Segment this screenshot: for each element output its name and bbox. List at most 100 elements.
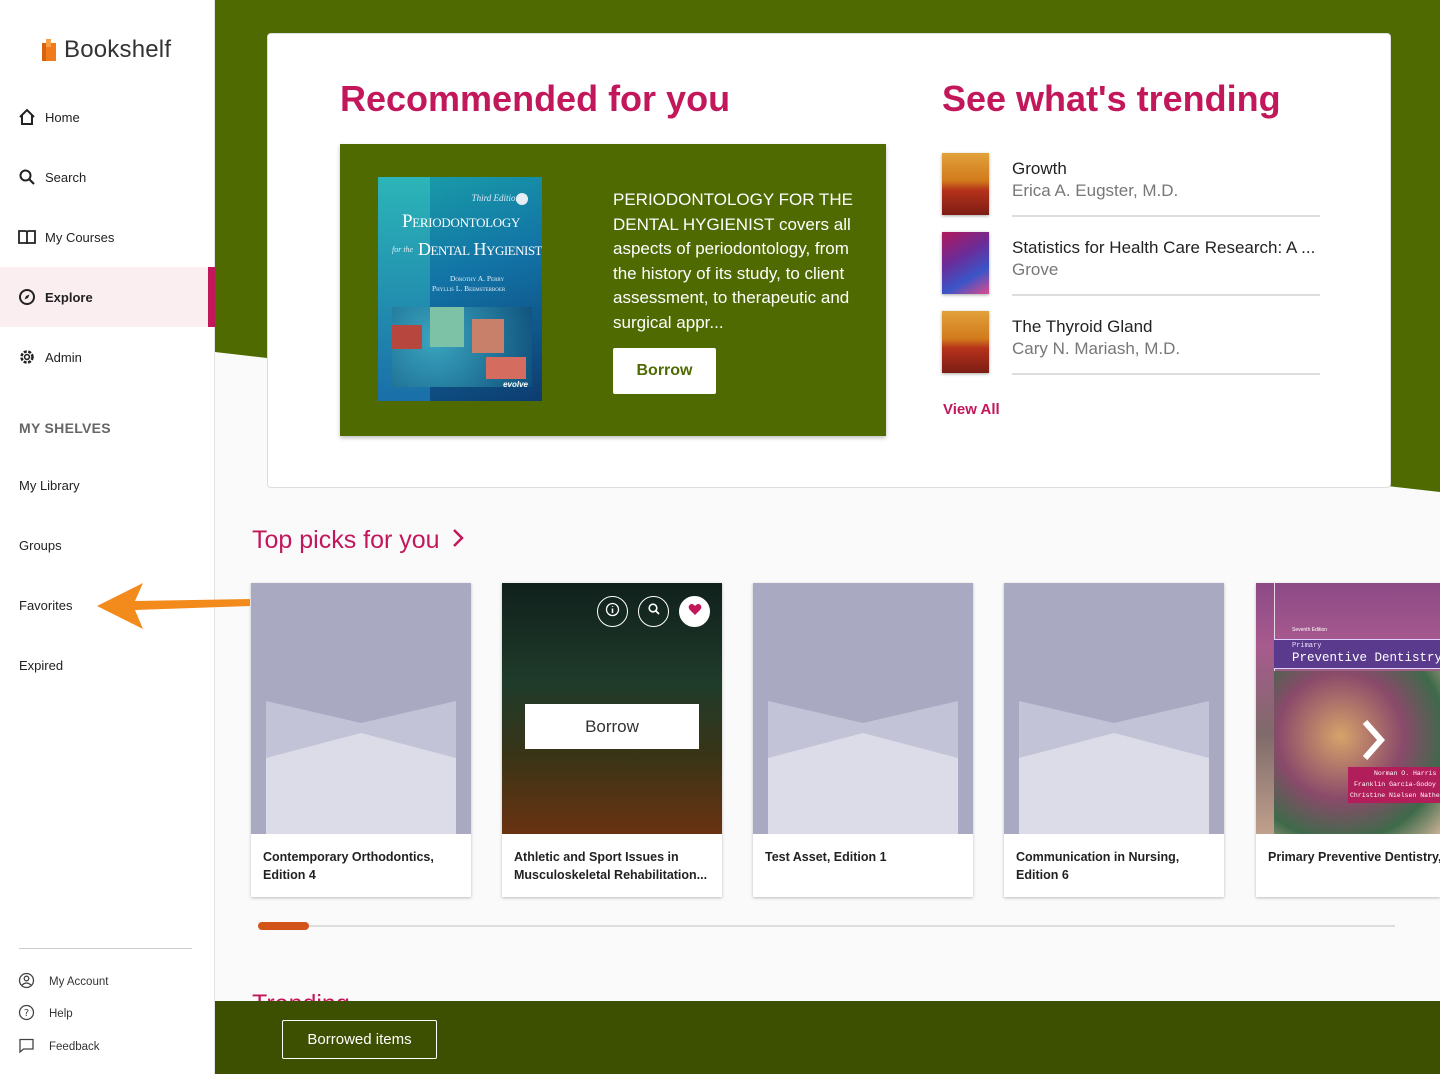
cover-author-1: Dorothy A. Perry: [450, 274, 505, 283]
cover-author-3: Christine Nielsen Nathe: [1350, 792, 1440, 799]
trending-item[interactable]: Growth Erica A. Eugster, M.D.: [942, 153, 1322, 217]
shelf-favorites[interactable]: Favorites: [19, 598, 72, 613]
view-all-link[interactable]: View All: [943, 401, 1000, 418]
cover-author-2: Phyllis L. Beemsterboer: [432, 284, 506, 293]
cover-title-1: Periodontology: [402, 211, 521, 232]
cover-title-for: for the: [392, 245, 414, 254]
cover-publisher: evolve: [503, 380, 528, 389]
cover-photo-collage: [392, 307, 532, 387]
cover-title: Preventive Dentistry: [1292, 651, 1440, 665]
annotation-arrow-icon: [97, 583, 250, 629]
featured-book-description: PERIODONTOLOGY FOR THE DENTAL HYGIENIST …: [613, 190, 853, 332]
cover-edition: Third Edition: [471, 193, 520, 203]
carousel-scroll-thumb[interactable]: [258, 922, 309, 930]
blurred-cover: Borrow: [502, 583, 722, 834]
footer-label: Feedback: [49, 1041, 100, 1053]
trending-item[interactable]: The Thyroid Gland Cary N. Mariash, M.D.: [942, 311, 1322, 375]
nav-label: Admin: [45, 349, 82, 365]
footer-feedback[interactable]: Feedback: [18, 1037, 100, 1057]
trending-item[interactable]: Statistics for Health Care Research: A .…: [942, 232, 1322, 296]
pick-card[interactable]: Communication in Nursing, Edition 6: [1004, 583, 1224, 897]
pick-card[interactable]: Test Asset, Edition 1: [753, 583, 973, 897]
trending-title: Growth: [1012, 159, 1067, 178]
nav-label: Search: [45, 169, 87, 185]
info-icon: [605, 602, 620, 622]
help-circle-icon: ?: [18, 1004, 35, 1024]
borrowed-items-button[interactable]: Borrowed items: [282, 1020, 437, 1059]
placeholder-cover: [753, 583, 973, 834]
sidebar: Bookshelf Home Search My Courses Explore…: [0, 0, 215, 1074]
featured-borrow-button[interactable]: Borrow: [613, 348, 716, 394]
trending-title: The Thyroid Gland: [1012, 317, 1153, 336]
search-icon: [647, 602, 661, 621]
trending-heading: See what's trending: [942, 78, 1281, 119]
footer-help[interactable]: ? Help: [18, 1004, 73, 1024]
logo-text: Bookshelf: [64, 36, 172, 63]
carousel-next-button[interactable]: [1353, 715, 1393, 765]
carousel-scroll-track[interactable]: [258, 925, 1395, 927]
trending-cover: [942, 232, 989, 294]
trending-author: Cary N. Mariash, M.D.: [1012, 339, 1181, 358]
preventive-dentistry-cover: Seventh Edition Primary Preventive Denti…: [1256, 583, 1440, 834]
cover-author-2: Franklin Garcia-Godoy: [1354, 781, 1436, 788]
pick-title: Contemporary Orthodontics, Edition 4: [263, 850, 434, 882]
footer-label: My Account: [49, 976, 109, 988]
pick-title: Test Asset, Edition 1: [765, 850, 887, 864]
cover-title-2: Dental Hygienist: [418, 239, 542, 259]
bookshelf-logo-icon: [40, 37, 58, 63]
pick-card[interactable]: Contemporary Orthodontics, Edition 4: [251, 583, 471, 897]
cover-badge-icon: [516, 193, 528, 205]
nav-my-courses[interactable]: My Courses: [0, 207, 215, 267]
featured-book-panel: Third Edition Periodontology for the Den…: [340, 144, 886, 436]
cover-primary: Primary: [1292, 642, 1322, 650]
pick-title: Primary Preventive Dentistry, Edition 7: [1268, 850, 1440, 864]
pick-card[interactable]: Seventh Edition Primary Preventive Denti…: [1256, 583, 1440, 897]
nav-admin[interactable]: Admin: [0, 327, 215, 387]
trending-divider: [1012, 294, 1320, 296]
trending-cover: [942, 153, 989, 215]
nav-label: Home: [45, 109, 80, 125]
placeholder-cover: [251, 583, 471, 834]
footer-my-account[interactable]: My Account: [18, 972, 108, 992]
sidebar-divider: [19, 948, 192, 949]
account-circle-icon: [18, 972, 35, 992]
top-picks-title: Top picks for you: [252, 526, 440, 554]
feedback-icon: [18, 1037, 35, 1057]
featured-book-cover[interactable]: Third Edition Periodontology for the Den…: [378, 177, 542, 401]
trending-title: Statistics for Health Care Research: A .…: [1012, 238, 1316, 257]
hero-card: Recommended for you See what's trending …: [267, 33, 1391, 488]
my-shelves-heading: MY SHELVES: [19, 420, 111, 436]
nav-search[interactable]: Search: [0, 147, 215, 207]
top-picks-heading[interactable]: Top picks for you: [252, 526, 464, 555]
footer-label: Help: [49, 1008, 73, 1020]
trending-divider: [1012, 215, 1320, 217]
favorite-button[interactable]: [679, 596, 710, 627]
book-open-icon: [18, 228, 36, 246]
nav-explore[interactable]: Explore: [0, 267, 215, 327]
shelf-my-library[interactable]: My Library: [19, 478, 80, 493]
cover-edition: Seventh Edition: [1292, 627, 1328, 633]
trending-author: Erica A. Eugster, M.D.: [1012, 181, 1179, 200]
shelf-expired[interactable]: Expired: [19, 658, 63, 673]
trending-cover: [942, 311, 989, 373]
search-icon: [18, 168, 36, 186]
bottom-bar: Borrowed items: [215, 1001, 1440, 1074]
svg-text:?: ?: [24, 1008, 29, 1019]
trending-author: Grove: [1012, 260, 1059, 279]
pick-card-hovered[interactable]: Borrow Athletic and Sport Issues in Musc…: [502, 583, 722, 897]
info-button[interactable]: [597, 596, 628, 627]
chevron-right-icon: [1353, 720, 1393, 769]
nav-label: My Courses: [45, 229, 115, 245]
home-icon: [18, 108, 36, 126]
gear-icon: [18, 348, 36, 366]
pick-title: Communication in Nursing, Edition 6: [1016, 850, 1180, 882]
pick-title: Athletic and Sport Issues in Musculoskel…: [514, 850, 708, 882]
preview-button[interactable]: [638, 596, 669, 627]
shelf-groups[interactable]: Groups: [19, 538, 62, 553]
main-content: Recommended for you See what's trending …: [215, 0, 1440, 1074]
card-borrow-button[interactable]: Borrow: [525, 704, 699, 749]
cover-author-1: Norman O. Harris: [1374, 770, 1437, 777]
chevron-right-icon: [452, 526, 464, 555]
nav-home[interactable]: Home: [0, 87, 215, 147]
app-logo[interactable]: Bookshelf: [40, 34, 171, 66]
